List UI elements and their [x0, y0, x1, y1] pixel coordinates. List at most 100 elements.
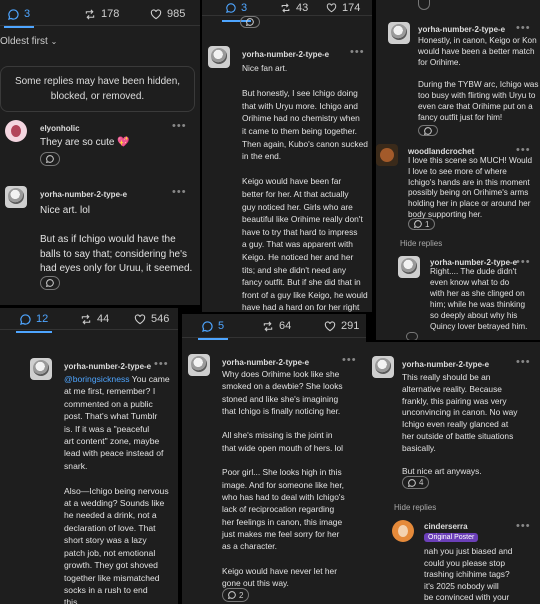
more-options-icon[interactable]: •••	[516, 22, 531, 34]
reply-count-button[interactable]: 4	[402, 476, 430, 489]
more-options-icon[interactable]: •••	[516, 356, 531, 368]
user-mention[interactable]: @boringsickness	[64, 374, 130, 384]
heart-icon	[150, 8, 162, 19]
reply-count: 4	[419, 478, 424, 487]
hidden-replies-notice: Some replies may have been hidden, block…	[0, 66, 195, 112]
panel-e: 5 64 291 yorha-number-2-type-e ••• Why d…	[182, 314, 366, 604]
reblogs-tab[interactable]: 64	[262, 320, 291, 332]
reblogs-tab[interactable]: 178	[84, 8, 119, 20]
avatar[interactable]	[392, 520, 414, 542]
comment-username[interactable]: yorha-number-2-type-e	[242, 50, 329, 59]
comment-username[interactable]: woodlandcrochet	[408, 147, 474, 156]
reply-icon	[414, 220, 422, 228]
reply-count-button[interactable]: 2	[222, 588, 250, 602]
more-options-icon[interactable]: •••	[516, 520, 531, 532]
post-stats-bar: 5 64 291	[182, 314, 366, 340]
comment-icon	[20, 313, 31, 325]
avatar[interactable]	[208, 46, 230, 68]
comment-text: nah you just biased and could you please…	[424, 546, 513, 603]
reply-button[interactable]	[40, 152, 60, 166]
avatar[interactable]	[398, 256, 420, 278]
reblog-icon	[85, 9, 95, 19]
reply-count-button[interactable]: 1	[408, 218, 436, 230]
comment-text: Why does Orihime look like she smoked on…	[222, 369, 345, 589]
reply-button[interactable]	[418, 125, 438, 136]
reply-icon	[246, 18, 254, 26]
reply-icon	[408, 478, 416, 487]
comments-tab[interactable]: 3	[221, 2, 252, 22]
comment-icon	[226, 3, 236, 13]
comment-username[interactable]: yorha-number-2-type-e	[402, 360, 489, 369]
avatar[interactable]	[5, 186, 27, 208]
reblog-count: 43	[296, 2, 309, 14]
reblog-count: 178	[101, 8, 120, 20]
comment-count: 5	[218, 320, 225, 332]
hide-replies-link[interactable]: Hide replies	[400, 239, 442, 248]
like-count: 985	[167, 8, 186, 20]
reply-icon	[228, 591, 236, 599]
comment-icon	[202, 320, 213, 332]
sort-label: Oldest first	[0, 36, 48, 47]
comment-text: Honestly, in canon, Keigo or Kon would h…	[418, 36, 539, 122]
reblog-icon	[81, 314, 91, 324]
comment-yorha-b: yorha-number-2-type-e ••• Nice fan art. …	[202, 40, 372, 312]
comment-username[interactable]: yorha-number-2-type-e	[418, 25, 505, 34]
more-options-icon[interactable]: •••	[342, 354, 357, 366]
heart-icon	[326, 3, 337, 13]
comment-yorha-a: yorha-number-2-type-e ••• Nice art. lol …	[0, 182, 200, 302]
comment-username[interactable]: yorha-number-2-type-e	[430, 258, 517, 267]
hide-replies-link[interactable]: Hide replies	[394, 503, 436, 512]
likes-tab[interactable]: 174	[326, 2, 360, 14]
likes-tab[interactable]: 291	[324, 320, 359, 332]
comment-username[interactable]: yorha-number-2-type-e	[64, 362, 151, 371]
comment-text: Right.... The dude didn't even know what…	[430, 267, 528, 331]
comment-text: I love this scene so MUCH! Would I love …	[408, 156, 533, 219]
comment-text: @boringsickness You came at me first, re…	[64, 373, 170, 604]
reblogs-tab[interactable]: 43	[280, 2, 308, 14]
panel-d: 12 44 546 yorha-number-2-type-e ••• @bor…	[0, 308, 178, 604]
avatar[interactable]	[30, 358, 52, 380]
avatar[interactable]	[5, 120, 27, 142]
avatar[interactable]	[376, 144, 398, 166]
comment-text: This really should be an alternative rea…	[402, 372, 518, 477]
panel-f: yorha-number-2-type-e ••• This really sh…	[366, 342, 540, 604]
avatar[interactable]	[188, 354, 210, 376]
comment-body: You came at me first, remember? I commen…	[64, 374, 170, 604]
more-options-icon[interactable]: •••	[154, 358, 169, 370]
heart-icon	[324, 320, 336, 331]
reply-button[interactable]	[406, 332, 418, 340]
comment-username[interactable]: cinderserra	[424, 522, 468, 531]
reply-icon	[46, 155, 54, 163]
reblogs-tab[interactable]: 44	[80, 313, 109, 325]
sort-dropdown[interactable]: Oldest first ⌄	[0, 36, 57, 47]
panel-c: yorha-number-2-type-e ••• Honestly, in c…	[376, 0, 540, 340]
reblog-icon	[263, 321, 273, 331]
heart-icon	[134, 313, 146, 324]
likes-tab[interactable]: 985	[150, 8, 185, 20]
reblog-icon	[281, 3, 290, 13]
reply-button[interactable]	[40, 276, 60, 290]
likes-tab[interactable]: 546	[134, 313, 169, 325]
comment-username[interactable]: yorha-number-2-type-e	[222, 358, 309, 367]
more-options-icon[interactable]: •••	[350, 46, 365, 58]
like-count: 546	[151, 313, 170, 325]
reply-button[interactable]	[418, 0, 430, 10]
comment-yorha-c3: yorha-number-2-type-e ••• Right.... The …	[376, 252, 540, 340]
comment-elyonholic: elyonholic ••• They are so cute 💖	[0, 118, 200, 178]
avatar[interactable]	[372, 356, 394, 378]
more-options-icon[interactable]: •••	[172, 186, 187, 198]
comments-tab[interactable]: 5	[197, 320, 229, 340]
reply-button[interactable]	[240, 16, 260, 28]
more-options-icon[interactable]: •••	[172, 120, 187, 132]
comment-count: 3	[241, 2, 248, 14]
reblog-count: 44	[97, 313, 110, 325]
comments-tab[interactable]: 12	[15, 313, 53, 333]
comments-tab[interactable]: 3	[3, 8, 35, 28]
comment-username[interactable]: elyonholic	[40, 124, 80, 133]
like-count: 291	[341, 320, 360, 332]
more-options-icon[interactable]: •••	[516, 144, 531, 156]
post-stats-bar: 3 43 174	[202, 0, 372, 22]
avatar[interactable]	[388, 22, 410, 44]
reply-count: 2	[239, 590, 244, 600]
comment-username[interactable]: yorha-number-2-type-e	[40, 190, 127, 199]
